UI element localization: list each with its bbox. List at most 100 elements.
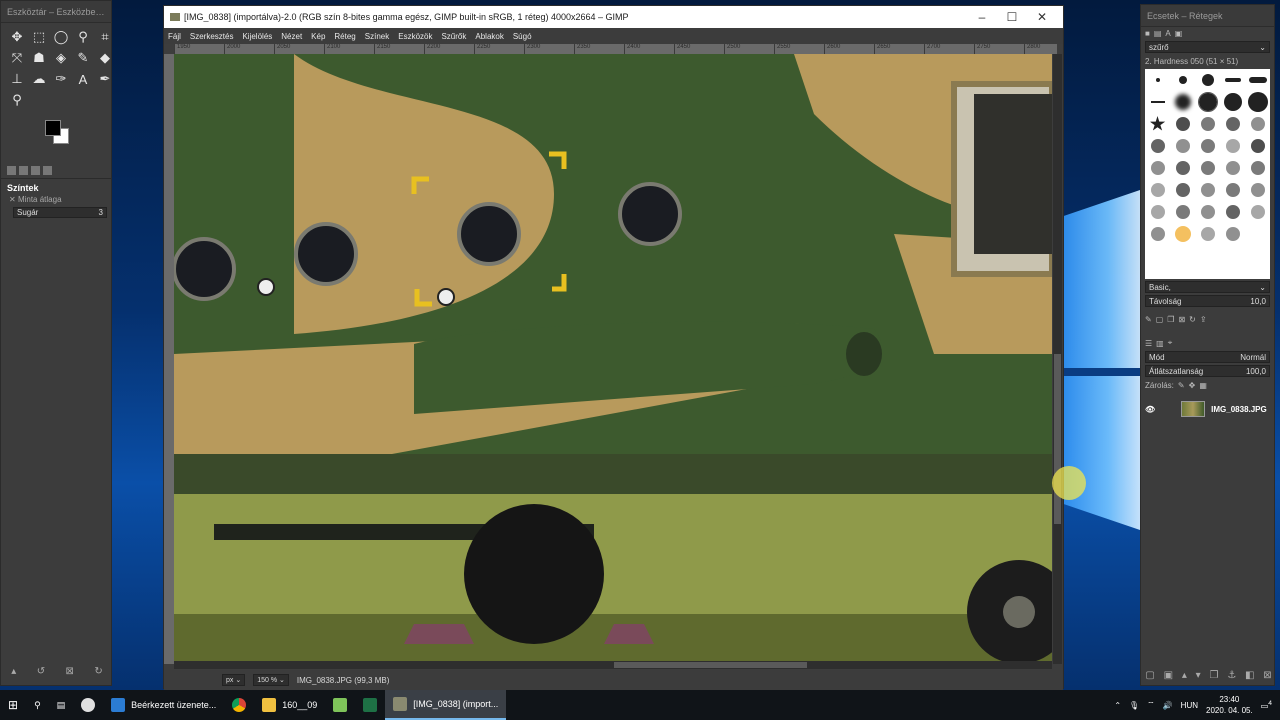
duplicate-brush-icon[interactable]: ❐ xyxy=(1167,315,1174,324)
sample-average-option[interactable]: ✕ Minta átlaga xyxy=(1,194,111,205)
edit-brush-icon[interactable]: ✎ xyxy=(1145,315,1152,324)
brush-filter-input[interactable]: szűrő ⌄ xyxy=(1145,41,1270,53)
brush-item[interactable] xyxy=(1175,205,1190,219)
brush-item[interactable] xyxy=(1150,101,1165,103)
eye-icon[interactable]: 👁 xyxy=(1145,405,1155,414)
lock-alpha-icon[interactable]: ▦ xyxy=(1199,381,1207,390)
brush-item[interactable] xyxy=(1175,183,1190,197)
patterns-tab-icon[interactable]: ▤ xyxy=(1154,29,1162,38)
move-tool-icon[interactable]: ✥ xyxy=(7,27,27,47)
language-indicator[interactable]: HUN xyxy=(1181,701,1198,710)
refresh-brushes-icon[interactable]: ↻ xyxy=(1189,315,1196,324)
duplicate-layer-icon[interactable]: ❐ xyxy=(1209,670,1218,681)
zoom-select[interactable]: 150 % ⌄ xyxy=(253,674,289,686)
clone-icon[interactable]: ⊥ xyxy=(7,69,27,89)
taskbar-app-gimp[interactable]: [IMG_0838] (import... xyxy=(385,690,507,720)
new-layer-icon[interactable]: ▢ xyxy=(1145,670,1154,681)
brush-item[interactable] xyxy=(1200,117,1215,131)
close-button[interactable]: ✕ xyxy=(1027,10,1057,24)
foreground-color-swatch[interactable] xyxy=(45,120,61,136)
lasso-icon[interactable]: ◯ xyxy=(51,27,71,47)
taskbar-app-excel[interactable] xyxy=(355,690,385,720)
vertical-scroll-thumb[interactable] xyxy=(1054,354,1061,524)
brush-item[interactable] xyxy=(1200,183,1215,197)
brush-item[interactable] xyxy=(1175,139,1190,153)
brush-item[interactable] xyxy=(1225,139,1240,153)
new-brush-icon[interactable]: ▢ xyxy=(1156,315,1164,324)
mask-layer-icon[interactable]: ◧ xyxy=(1245,670,1254,681)
network-icon[interactable]: ⌔ xyxy=(1147,700,1155,710)
volume-icon[interactable]: 🔊 xyxy=(1163,701,1173,710)
brushes-tab-icon[interactable]: ■ xyxy=(1145,29,1150,38)
brush-item[interactable] xyxy=(1149,116,1166,131)
anchor-layer-icon[interactable]: ⚓ xyxy=(1227,670,1236,681)
brush-item[interactable] xyxy=(1178,76,1187,84)
brush-item[interactable] xyxy=(1150,205,1165,219)
brush-item[interactable] xyxy=(1250,161,1265,175)
brush-item[interactable] xyxy=(1200,205,1215,219)
brush-item[interactable] xyxy=(1150,161,1165,175)
tray-overflow-icon[interactable]: ⌃ xyxy=(1114,701,1121,710)
image-window-titlebar[interactable]: [IMG_0838] (importálva)-2.0 (RGB szín 8-… xyxy=(164,6,1063,28)
taskbar-app-notepad[interactable] xyxy=(325,690,355,720)
unit-select[interactable]: px ⌄ xyxy=(222,674,246,686)
brush-item[interactable] xyxy=(1150,183,1165,197)
brush-item[interactable] xyxy=(1174,94,1191,110)
clock[interactable]: 23:40 2020. 04. 05. xyxy=(1206,694,1253,716)
horizontal-ruler[interactable]: 1950 2000 2050 2100 2150 2200 2250 2300 … xyxy=(174,44,1057,54)
brush-item[interactable] xyxy=(1200,161,1215,175)
image-canvas[interactable] xyxy=(174,54,1052,664)
document-history-tab-icon[interactable]: ▣ xyxy=(1175,29,1183,38)
transform-icon[interactable]: ⤧ xyxy=(7,48,27,68)
taskbar-app-folder[interactable]: 160__09 xyxy=(254,690,325,720)
brush-item[interactable] xyxy=(1224,78,1241,82)
brush-item[interactable] xyxy=(1250,205,1265,219)
minimize-button[interactable]: – xyxy=(967,10,997,24)
text-tool-icon[interactable]: A xyxy=(73,69,93,89)
rect-select-icon[interactable]: ⬚ xyxy=(29,27,49,47)
fuzzy-select-icon[interactable]: ⚲ xyxy=(73,27,93,47)
horizontal-scroll-thumb[interactable] xyxy=(614,662,807,668)
eraser-icon[interactable]: ◆ xyxy=(95,48,115,68)
dock-titlebar[interactable]: Ecsetek – Rétegek xyxy=(1141,5,1274,27)
brush-item[interactable] xyxy=(1250,139,1265,153)
start-button[interactable]: ⊞ xyxy=(0,690,26,720)
toolbox-titlebar[interactable]: Eszköztár – Eszközbeálli... xyxy=(1,1,111,23)
brush-item[interactable] xyxy=(1201,74,1214,86)
new-group-icon[interactable]: ▣ xyxy=(1164,670,1173,681)
menu-file[interactable]: Fájl xyxy=(168,32,181,41)
reset-options-icon[interactable]: ↻ xyxy=(94,666,102,677)
taskbar-app-yandex[interactable] xyxy=(73,690,103,720)
menu-layer[interactable]: Réteg xyxy=(334,32,355,41)
menu-help[interactable]: Súgó xyxy=(513,32,532,41)
brush-item[interactable] xyxy=(1223,93,1242,111)
zoom-icon[interactable]: ⚲ xyxy=(7,90,27,110)
delete-layer-icon[interactable]: ⊠ xyxy=(1263,670,1271,681)
brush-item[interactable] xyxy=(1174,226,1191,242)
brush-item[interactable] xyxy=(1200,227,1215,241)
restore-options-icon[interactable]: ↺ xyxy=(37,666,45,677)
brush-preset-select[interactable]: Basic, ⌄ xyxy=(1145,281,1270,293)
spacing-spinner[interactable]: Távolság 10,0 xyxy=(1145,295,1270,307)
menu-edit[interactable]: Szerkesztés xyxy=(190,32,234,41)
lock-pixels-icon[interactable]: ✎ xyxy=(1178,381,1185,390)
maximize-button[interactable]: ☐ xyxy=(997,10,1027,24)
delete-brush-icon[interactable]: ⊠ xyxy=(1178,315,1185,324)
device-status-tab-icon[interactable] xyxy=(19,166,28,175)
layers-tab-icon[interactable]: ☰ xyxy=(1145,339,1152,348)
brush-item[interactable] xyxy=(1150,227,1165,241)
brush-item[interactable] xyxy=(1155,78,1160,82)
opacity-spinner[interactable]: Átlátszatlanság 100,0 xyxy=(1145,365,1270,377)
raise-layer-icon[interactable]: ▴ xyxy=(1182,670,1187,681)
menu-tools[interactable]: Eszközök xyxy=(398,32,432,41)
tool-options-tab-icon[interactable] xyxy=(7,166,16,175)
undo-history-tab-icon[interactable] xyxy=(31,166,40,175)
paintbrush-icon[interactable]: ✎ xyxy=(73,48,93,68)
menu-colors[interactable]: Színek xyxy=(365,32,389,41)
smudge-icon[interactable]: ☁ xyxy=(29,69,49,89)
layer-item[interactable]: 👁 IMG_0838.JPG xyxy=(1145,399,1270,419)
layer-mode-select[interactable]: Mód Normál xyxy=(1145,351,1270,363)
horizontal-scrollbar[interactable] xyxy=(174,661,1052,669)
color-picker-icon[interactable]: ✒ xyxy=(95,69,115,89)
brush-item[interactable] xyxy=(1248,77,1267,83)
